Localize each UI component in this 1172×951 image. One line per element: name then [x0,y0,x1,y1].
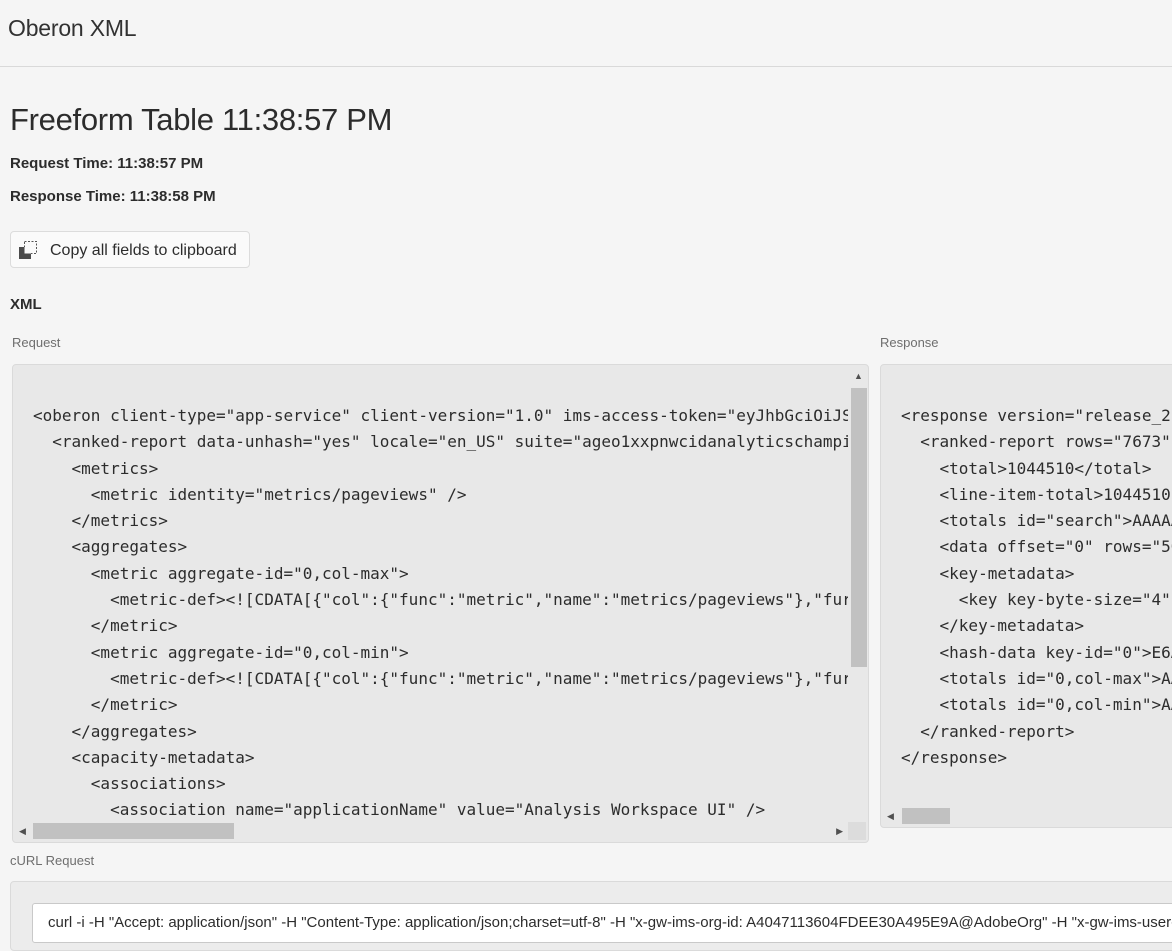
response-label: Response [880,335,939,350]
response-code-line: <totals id="0,col-max">AA [901,668,1172,688]
app-header: Oberon XML [0,0,1172,67]
request-code-line: <association name="applicationName" valu… [33,800,766,820]
request-code-line: </aggregates> [33,721,197,741]
response-horizontal-scrollbar[interactable]: ◀ [884,808,1172,824]
response-time: Response Time: 11:38:58 PM [10,188,216,205]
request-code-line: <associations> [33,774,226,794]
request-horizontal-scroll-thumb[interactable] [33,823,234,839]
response-code-line: </ranked-report> [901,721,1075,741]
request-label: Request [12,335,61,350]
request-vertical-scroll-thumb[interactable] [851,388,867,667]
response-code-line: </response> [901,747,1007,767]
response-code-line: <line-item-total>1044510 [901,484,1171,504]
request-time: Request Time: 11:38:57 PM [10,155,204,172]
response-code-line: <total>1044510</total> [901,458,1152,478]
request-vertical-scrollbar[interactable]: ▲ ▼ [849,368,867,834]
request-xml-code[interactable]: <oberon client-type="app-service" client… [33,403,848,842]
request-code-line: </metric> [33,616,178,636]
copy-all-fields-button[interactable]: Copy all fields to clipboard [10,231,250,268]
request-code-line: <capacity-metadata> [33,747,255,767]
request-code-line: <aggregates> [33,537,188,557]
page-title: Freeform Table 11:38:57 PM [10,102,393,137]
request-code-line: <metric aggregate-id="0,col-max"> [33,563,409,583]
response-code-line: <key-metadata> [901,563,1075,583]
request-code-line: <oberon client-type="app-service" client… [33,406,848,425]
response-code-line: <data offset="0" rows="50 [901,537,1172,557]
request-xml-panel[interactable]: <oberon client-type="app-service" client… [12,364,869,843]
curl-request-field[interactable]: curl -i -H "Accept: application/json" -H… [32,903,1172,943]
curl-request-panel: curl -i -H "Accept: application/json" -H… [10,881,1172,951]
app-title: Oberon XML [8,15,137,41]
response-code-line: <response version="release_2 [901,406,1171,425]
response-horizontal-scroll-thumb[interactable] [902,808,950,824]
response-xml-code[interactable]: <response version="release_2 <ranked-rep… [901,403,1172,803]
request-code-line: <metric identity="metrics/pageviews" /> [33,484,467,504]
request-code-line: <metric-def><![CDATA[{"col":{"func":"met… [33,668,848,688]
response-code-line: <hash-data key-id="0">E6A [901,642,1172,662]
request-code-line: <metric aggregate-id="0,col-min"> [33,642,409,662]
request-code-line: </metric> [33,695,178,715]
response-code-line: <totals id="search">AAAAA [901,511,1172,531]
request-code-line: <metric-def><![CDATA[{"col":{"func":"met… [33,590,848,610]
response-code-line: <key key-byte-size="4" [901,590,1171,610]
response-code-line: <totals id="0,col-min">AA [901,695,1172,715]
scroll-left-arrow-icon[interactable]: ◀ [887,811,894,821]
response-xml-panel[interactable]: <response version="release_2 <ranked-rep… [880,364,1172,828]
scroll-right-arrow-icon[interactable]: ▶ [836,826,843,836]
request-code-line: <metrics> [33,458,159,478]
scroll-left-arrow-icon[interactable]: ◀ [19,826,26,836]
response-code-line: </key-metadata> [901,616,1085,636]
request-code-line: <ranked-report data-unhash="yes" locale=… [33,432,848,452]
copy-icon [19,241,37,259]
request-horizontal-scrollbar[interactable]: ◀ ▶ [16,823,846,839]
section-title-xml: XML [10,296,42,313]
scroll-up-arrow-icon[interactable]: ▲ [854,371,863,381]
copy-button-label: Copy all fields to clipboard [50,242,237,259]
request-code-line: </metrics> [33,511,168,531]
response-code-line: <ranked-report rows="7673" [901,432,1171,452]
curl-request-label: cURL Request [10,853,95,868]
scrollbar-corner [848,822,866,840]
